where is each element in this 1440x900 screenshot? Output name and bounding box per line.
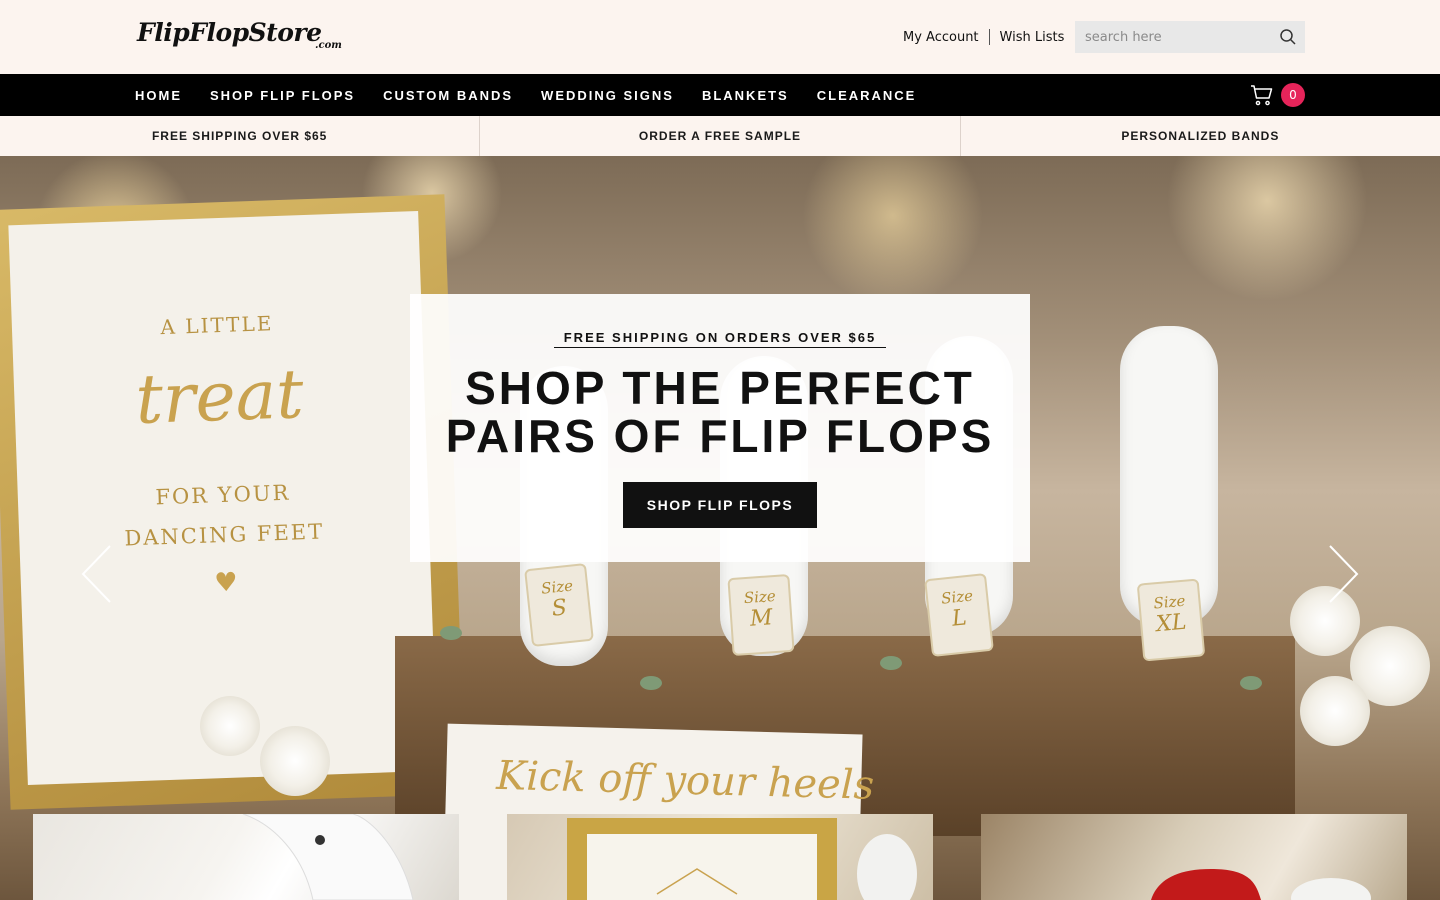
blanket-image — [1151, 869, 1371, 900]
nav-item-wedding-signs[interactable]: WEDDING SIGNS — [541, 88, 674, 103]
wish-lists-link[interactable]: Wish Lists — [1000, 30, 1065, 45]
sign-line-dancing-feet: DANCING FEET — [124, 519, 325, 551]
size-tag-value: M — [749, 605, 774, 632]
promo-bar: FREE SHIPPING OVER $65 ORDER A FREE SAMP… — [0, 116, 1440, 156]
size-tag-label: Size — [940, 586, 974, 608]
nav-item-shop-flip-flops[interactable]: SHOP FLIP FLOPS — [210, 88, 355, 103]
rose-decoration — [1300, 676, 1370, 746]
promo-personalized-bands[interactable]: PERSONALIZED BANDS — [961, 116, 1440, 156]
hero-eyebrow: FREE SHIPPING ON ORDERS OVER $65 — [410, 330, 1030, 348]
hero-eyebrow-text: FREE SHIPPING ON ORDERS OVER $65 — [553, 330, 887, 348]
my-account-link[interactable]: My Account — [903, 30, 979, 45]
category-tile[interactable] — [507, 814, 933, 900]
hero-title-line-1: SHOP THE PERFECT — [465, 362, 975, 414]
top-header: FlipFlopStore .com My Account Wish Lists — [0, 0, 1440, 74]
prev-slide-arrow-icon[interactable] — [80, 544, 114, 604]
nav-item-blankets[interactable]: BLANKETS — [702, 88, 789, 103]
size-tag: Size XL — [1136, 578, 1206, 662]
site-logo[interactable]: FlipFlopStore .com — [137, 18, 342, 52]
sign-script-treat: treat — [134, 355, 305, 440]
promo-free-shipping[interactable]: FREE SHIPPING OVER $65 — [0, 116, 481, 156]
size-tag-value: S — [550, 595, 569, 622]
leaf-decoration — [640, 676, 662, 690]
logo-text: FlipFlopStore — [137, 18, 322, 47]
search-box — [1075, 21, 1305, 53]
nav-item-custom-bands[interactable]: CUSTOM BANDS — [383, 88, 513, 103]
sign-line-a-little: A LITTLE — [160, 311, 274, 340]
size-tag-value: L — [950, 605, 968, 632]
rose-decoration — [260, 726, 330, 796]
hero-title: SHOP THE PERFECT PAIRS OF FLIP FLOPS — [410, 364, 1030, 460]
rose-decoration — [200, 696, 260, 756]
search-icon[interactable] — [1279, 28, 1297, 46]
main-nav: HOME SHOP FLIP FLOPS CUSTOM BANDS WEDDIN… — [0, 74, 1440, 116]
hero-title-line-2: PAIRS OF FLIP FLOPS — [445, 410, 995, 462]
logo-suffix: .com — [315, 40, 342, 51]
hero-card: FREE SHIPPING ON ORDERS OVER $65 SHOP TH… — [410, 294, 1030, 562]
size-tag: Size L — [924, 572, 994, 658]
sign-line-for-your: FOR YOUR — [155, 480, 291, 510]
kick-off-heels-text: Kick off your heels — [495, 752, 875, 809]
link-divider — [988, 29, 990, 45]
account-links: My Account Wish Lists — [903, 28, 1064, 46]
leaf-decoration — [880, 656, 902, 670]
shop-flip-flops-button[interactable]: SHOP FLIP FLOPS — [623, 482, 817, 528]
size-tag-label: Size — [743, 586, 777, 608]
nav-item-clearance[interactable]: CLEARANCE — [817, 88, 917, 103]
heart-icon: ♥ — [213, 567, 239, 599]
frame-image — [567, 818, 917, 900]
size-tag-value: XL — [1155, 609, 1188, 638]
cart-icon[interactable] — [1250, 83, 1274, 107]
size-tag: Size M — [727, 573, 795, 657]
cart-count-badge[interactable]: 0 — [1281, 83, 1305, 107]
leaf-decoration — [440, 626, 462, 640]
size-tag-label: Size — [540, 576, 574, 598]
flip-flop-image — [242, 814, 414, 900]
category-tile[interactable] — [981, 814, 1407, 900]
nav-item-home[interactable]: HOME — [135, 88, 182, 103]
leaf-decoration — [1240, 676, 1262, 690]
nav-menu: HOME SHOP FLIP FLOPS CUSTOM BANDS WEDDIN… — [135, 74, 944, 116]
promo-free-sample[interactable]: ORDER A FREE SAMPLE — [480, 116, 961, 156]
next-slide-arrow-icon[interactable] — [1326, 544, 1360, 604]
category-tile[interactable] — [33, 814, 459, 900]
size-tag: Size S — [524, 562, 594, 648]
search-input[interactable] — [1075, 21, 1270, 53]
